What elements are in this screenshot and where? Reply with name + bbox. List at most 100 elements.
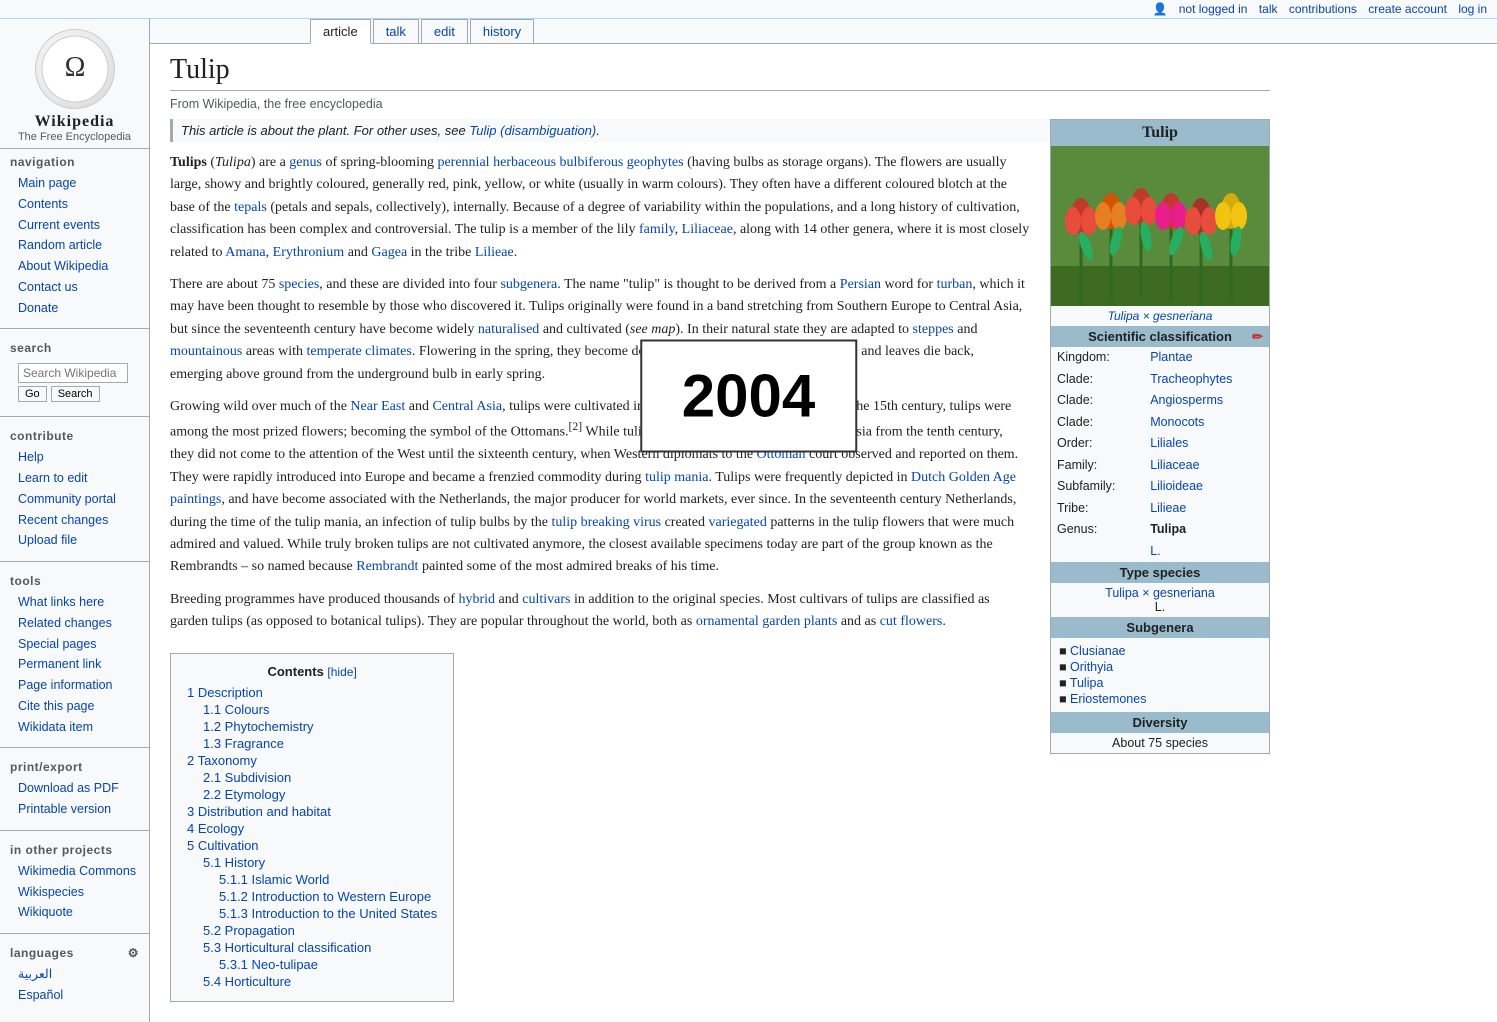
sidebar-item-learn-to-edit[interactable]: Learn to edit (10, 468, 149, 489)
orithyia-link[interactable]: Orithyia (1070, 660, 1113, 674)
toc-intro-western-europe-link[interactable]: 5.1.2 Introduction to Western Europe (219, 889, 431, 904)
toc-description-link[interactable]: 1 Description (187, 685, 263, 700)
tab-edit[interactable]: edit (421, 19, 468, 43)
toc-fragrance-link[interactable]: 1.3 Fragrance (203, 736, 284, 751)
family-link[interactable]: Liliaceae (1150, 458, 1199, 472)
genus-link[interactable]: genus (289, 155, 322, 170)
sidebar-item-what-links-here[interactable]: What links here (10, 592, 149, 613)
sidebar-item-donate[interactable]: Donate (10, 298, 149, 319)
toc-colours-link[interactable]: 1.1 Colours (203, 702, 269, 717)
lilieae-link[interactable]: Lilieae (475, 245, 514, 260)
persian-link[interactable]: Persian (840, 277, 881, 292)
toc-etymology-link[interactable]: 2.2 Etymology (203, 787, 285, 802)
species-link[interactable]: species (279, 277, 319, 292)
tulipa-subgenera-link[interactable]: Tulipa (1070, 676, 1104, 690)
sidebar-item-about-wikipedia[interactable]: About Wikipedia (10, 256, 149, 277)
dutch-golden-age-link[interactable]: Dutch Golden Age paintings (170, 470, 1016, 507)
turban-link[interactable]: turban (937, 277, 973, 292)
near-east-link[interactable]: Near East (350, 399, 405, 414)
sidebar-item-contact-us[interactable]: Contact us (10, 277, 149, 298)
toc-islamic-world-link[interactable]: 5.1.1 Islamic World (219, 872, 329, 887)
sidebar-item-printable-version[interactable]: Printable version (10, 799, 149, 820)
toc-hide-button[interactable]: [hide] (327, 665, 356, 679)
cut-flowers-link[interactable]: cut flowers (880, 614, 943, 629)
subgenera-link[interactable]: subgenera (500, 277, 557, 292)
tribe-link[interactable]: Lilieae (1150, 501, 1186, 515)
toc-subdivision-link[interactable]: 2.1 Subdivision (203, 770, 291, 785)
order-link[interactable]: Liliales (1150, 436, 1188, 450)
sidebar-item-main-page[interactable]: Main page (10, 173, 149, 194)
subfamily-link[interactable]: Lilioideae (1150, 479, 1203, 493)
toc-phytochemistry-link[interactable]: 1.2 Phytochemistry (203, 719, 314, 734)
sidebar-item-recent-changes[interactable]: Recent changes (10, 510, 149, 531)
variegated-link[interactable]: variegated (709, 515, 767, 530)
log-in-link[interactable]: log in (1458, 2, 1487, 16)
cultivars-link[interactable]: cultivars (522, 592, 570, 607)
disambiguation-link[interactable]: Tulip (disambiguation) (469, 123, 596, 138)
sidebar-item-espanol[interactable]: Español (10, 985, 149, 1006)
create-account-link[interactable]: create account (1368, 2, 1447, 16)
ornamental-garden-link[interactable]: ornamental garden plants (696, 614, 838, 629)
tab-talk[interactable]: talk (373, 19, 419, 43)
mountainous-link[interactable]: mountainous (170, 344, 242, 359)
search-button[interactable]: Search (51, 386, 100, 402)
go-button[interactable]: Go (18, 386, 47, 402)
toc-taxonomy-link[interactable]: 2 Taxonomy (187, 753, 257, 768)
sidebar-item-current-events[interactable]: Current events (10, 215, 149, 236)
toc-propagation-link[interactable]: 5.2 Propagation (203, 923, 295, 938)
toc-ecology-link[interactable]: 4 Ecology (187, 821, 244, 836)
sidebar-item-upload-file[interactable]: Upload file (10, 530, 149, 551)
languages-settings-icon[interactable]: ⚙ (128, 946, 139, 960)
sidebar-item-wikidata-item[interactable]: Wikidata item (10, 717, 149, 738)
sidebar-item-permanent-link[interactable]: Permanent link (10, 654, 149, 675)
sidebar-item-community-portal[interactable]: Community portal (10, 489, 149, 510)
sidebar-item-wikiquote[interactable]: Wikiquote (10, 902, 149, 923)
bulbiferous-link[interactable]: bulbiferous geophytes (560, 155, 684, 170)
tulip-mania-link[interactable]: tulip mania (645, 470, 708, 485)
edit-sci-classification-icon[interactable]: ✏ (1252, 329, 1263, 345)
sidebar-item-cite-this-page[interactable]: Cite this page (10, 696, 149, 717)
sidebar-item-special-pages[interactable]: Special pages (10, 634, 149, 655)
sidebar-item-wikimedia-commons[interactable]: Wikimedia Commons (10, 861, 149, 882)
tab-history[interactable]: history (470, 19, 534, 43)
sidebar-item-related-changes[interactable]: Related changes (10, 613, 149, 634)
clade-angiosperms-link[interactable]: Angiosperms (1150, 393, 1223, 407)
contributions-link[interactable]: contributions (1289, 2, 1357, 16)
toc-intro-united-states-link[interactable]: 5.1.3 Introduction to the United States (219, 906, 437, 921)
clade-tracheophytes-link[interactable]: Tracheophytes (1150, 372, 1232, 386)
sidebar-item-random-article[interactable]: Random article (10, 235, 149, 256)
tab-article[interactable]: article (310, 19, 371, 44)
family-text-link[interactable]: family (639, 222, 675, 237)
toc-horticulture-link[interactable]: 5.4 Horticulture (203, 974, 291, 989)
sidebar-item-page-information[interactable]: Page information (10, 675, 149, 696)
sidebar-item-arabic[interactable]: العربية (10, 964, 149, 985)
clade-monocots-link[interactable]: Monocots (1150, 415, 1204, 429)
search-input[interactable] (18, 363, 128, 383)
herbaceous-link[interactable]: herbaceous (493, 155, 556, 170)
liliaceae-link[interactable]: Liliaceae (682, 222, 733, 237)
clusianae-link[interactable]: Clusianae (1070, 644, 1126, 658)
rembrandt-link[interactable]: Rembrandt (356, 559, 418, 574)
toc-history-link[interactable]: 5.1 History (203, 855, 265, 870)
amana-link[interactable]: Amana (225, 245, 265, 260)
not-logged-in-link[interactable]: not logged in (1179, 2, 1248, 16)
sidebar-item-help[interactable]: Help (10, 447, 149, 468)
tepals-link[interactable]: tepals (234, 200, 267, 215)
sidebar-item-download-pdf[interactable]: Download as PDF (10, 778, 149, 799)
sidebar-item-contents[interactable]: Contents (10, 194, 149, 215)
toc-horticultural-classification-link[interactable]: 5.3 Horticultural classification (203, 940, 371, 955)
gagea-link[interactable]: Gagea (371, 245, 407, 260)
toc-distribution-link[interactable]: 3 Distribution and habitat (187, 804, 331, 819)
talk-link[interactable]: talk (1259, 2, 1278, 16)
sidebar-item-wikispecies[interactable]: Wikispecies (10, 882, 149, 903)
toc-cultivation-link[interactable]: 5 Cultivation (187, 838, 259, 853)
hybrid-link[interactable]: hybrid (458, 592, 495, 607)
eriostemones-link[interactable]: Eriostemones (1070, 692, 1146, 706)
temperate-climates-link[interactable]: temperate climates (307, 344, 412, 359)
type-species-link[interactable]: Tulipa × gesneriana (1105, 586, 1215, 600)
perennial-link[interactable]: perennial (437, 155, 489, 170)
central-asia-link[interactable]: Central Asia (432, 399, 502, 414)
steppes-link[interactable]: steppes (913, 322, 954, 337)
tulip-breaking-virus-link[interactable]: tulip breaking virus (551, 515, 661, 530)
kingdom-link[interactable]: Plantae (1150, 350, 1192, 364)
